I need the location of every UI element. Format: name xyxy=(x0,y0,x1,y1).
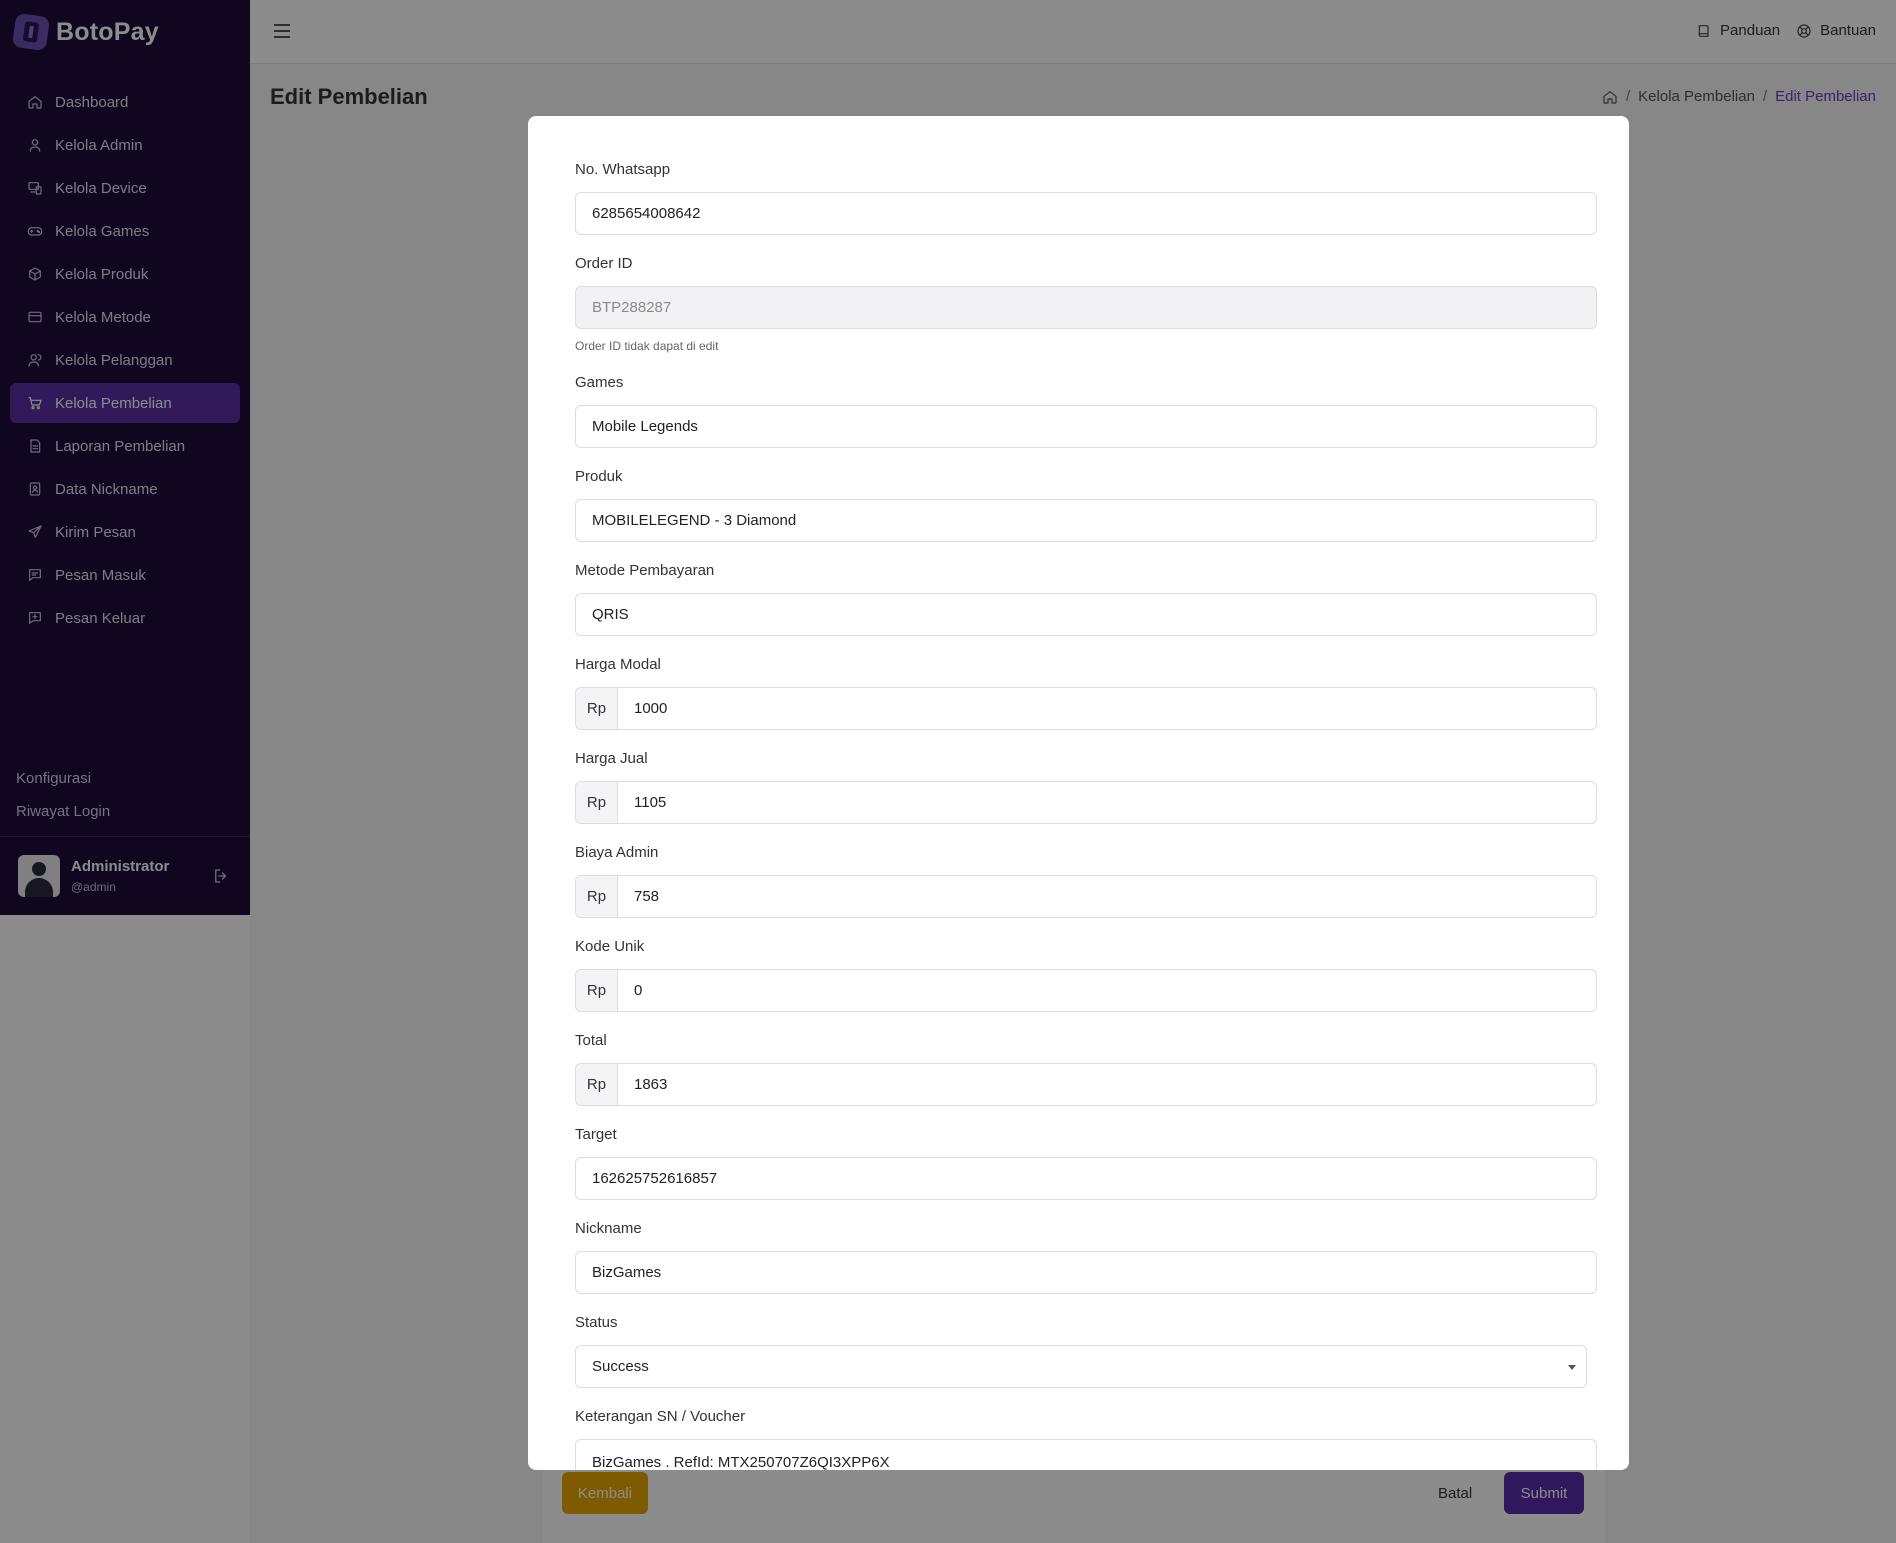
games-label: Games xyxy=(575,374,624,391)
harga-jual-input-group: Rp 1105 xyxy=(575,781,1597,824)
field-target: Target 162625752616857 xyxy=(575,1126,1597,1200)
nickname-label: Nickname xyxy=(575,1220,642,1237)
status-label: Status xyxy=(575,1314,618,1331)
chevron-down-icon xyxy=(1568,1365,1576,1370)
status-selected-value: Success xyxy=(592,1358,649,1375)
metode-label: Metode Pembayaran xyxy=(575,562,715,579)
nickname-input[interactable]: BizGames xyxy=(575,1251,1597,1294)
harga-modal-input[interactable]: 1000 xyxy=(618,688,1596,729)
total-input-group: Rp 1863 xyxy=(575,1063,1597,1106)
edit-pembelian-modal: No. Whatsapp 6285654008642 Order ID BTP2… xyxy=(528,116,1629,1470)
order-id-hint: Order ID tidak dapat di edit xyxy=(575,339,719,353)
kode-unik-label: Kode Unik xyxy=(575,938,645,955)
status-select[interactable]: Success xyxy=(575,1345,1587,1388)
field-biaya-admin: Biaya Admin Rp 758 xyxy=(575,844,1597,918)
field-harga-modal: Harga Modal Rp 1000 xyxy=(575,656,1597,730)
kode-unik-input-group: Rp 0 xyxy=(575,969,1597,1012)
currency-addon: Rp xyxy=(576,782,618,823)
field-harga-jual: Harga Jual Rp 1105 xyxy=(575,750,1597,824)
field-kode-unik: Kode Unik Rp 0 xyxy=(575,938,1597,1012)
order-id-input: BTP288287 xyxy=(575,286,1597,329)
biaya-admin-label: Biaya Admin xyxy=(575,844,659,861)
keterangan-textarea[interactable]: BizGames . RefId: MTX250707Z6QI3XPP6X xyxy=(575,1439,1597,1470)
produk-input[interactable]: MOBILELEGEND - 3 Diamond xyxy=(575,499,1597,542)
target-label: Target xyxy=(575,1126,617,1143)
field-total: Total Rp 1863 xyxy=(575,1032,1597,1106)
field-order-id: Order ID BTP288287 Order ID tidak dapat … xyxy=(575,255,1597,354)
edit-form: No. Whatsapp 6285654008642 Order ID BTP2… xyxy=(575,161,1597,1470)
field-games: Games Mobile Legends xyxy=(575,374,1597,448)
whatsapp-input[interactable]: 6285654008642 xyxy=(575,192,1597,235)
keterangan-value: BizGames . RefId: MTX250707Z6QI3XPP6X xyxy=(592,1454,890,1470)
harga-modal-input-group: Rp 1000 xyxy=(575,687,1597,730)
harga-jual-input[interactable]: 1105 xyxy=(618,782,1596,823)
order-id-label: Order ID xyxy=(575,255,633,272)
whatsapp-label: No. Whatsapp xyxy=(575,161,671,178)
biaya-admin-input-group: Rp 758 xyxy=(575,875,1597,918)
currency-addon: Rp xyxy=(576,1064,618,1105)
harga-modal-label: Harga Modal xyxy=(575,656,661,673)
games-input[interactable]: Mobile Legends xyxy=(575,405,1597,448)
kode-unik-input[interactable]: 0 xyxy=(618,970,1596,1011)
total-label: Total xyxy=(575,1032,607,1049)
field-produk: Produk MOBILELEGEND - 3 Diamond xyxy=(575,468,1597,542)
currency-addon: Rp xyxy=(576,970,618,1011)
target-input[interactable]: 162625752616857 xyxy=(575,1157,1597,1200)
metode-input[interactable]: QRIS xyxy=(575,593,1597,636)
field-nickname: Nickname BizGames xyxy=(575,1220,1597,1294)
biaya-admin-input[interactable]: 758 xyxy=(618,876,1596,917)
currency-addon: Rp xyxy=(576,688,618,729)
field-whatsapp: No. Whatsapp 6285654008642 xyxy=(575,161,1597,235)
field-status: Status Success xyxy=(575,1314,1597,1388)
field-keterangan: Keterangan SN / Voucher BizGames . RefId… xyxy=(575,1408,1597,1470)
keterangan-label: Keterangan SN / Voucher xyxy=(575,1408,746,1425)
produk-label: Produk xyxy=(575,468,623,485)
total-input[interactable]: 1863 xyxy=(618,1064,1596,1105)
currency-addon: Rp xyxy=(576,876,618,917)
harga-jual-label: Harga Jual xyxy=(575,750,648,767)
field-metode-pembayaran: Metode Pembayaran QRIS xyxy=(575,562,1597,636)
modal-body: No. Whatsapp 6285654008642 Order ID BTP2… xyxy=(541,129,1604,1470)
